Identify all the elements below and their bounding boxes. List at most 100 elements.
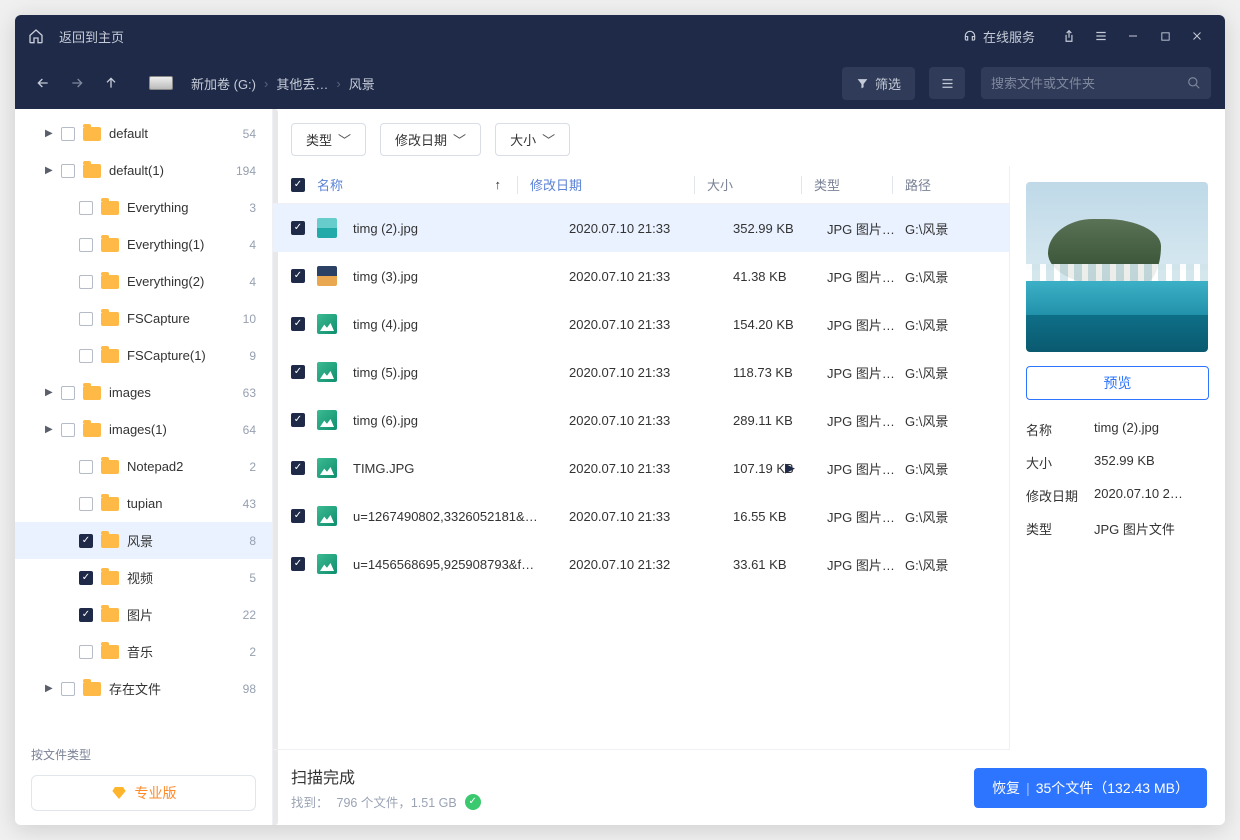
- checkbox[interactable]: [79, 571, 93, 585]
- row-checkbox[interactable]: [291, 317, 305, 331]
- sidebar-item[interactable]: ▶Everything(1)4: [15, 226, 272, 263]
- folder-icon: [101, 571, 119, 585]
- recover-button[interactable]: 恢复|35个文件（132.43 MB）: [974, 768, 1207, 808]
- sidebar-item[interactable]: ▶images(1)64: [15, 411, 272, 448]
- chip-size[interactable]: 大小﹀: [495, 123, 570, 156]
- table-row[interactable]: timg (4).jpg2020.07.10 21:33154.20 KBJPG…: [273, 300, 1009, 348]
- header-path[interactable]: 路径: [905, 175, 991, 194]
- online-service-link[interactable]: 在线服务: [963, 27, 1035, 46]
- folder-icon: [101, 534, 119, 548]
- preview-button[interactable]: 预览: [1026, 366, 1209, 400]
- row-checkbox[interactable]: [291, 269, 305, 283]
- close-button[interactable]: [1181, 20, 1213, 52]
- sidebar-item[interactable]: ▶风景8: [15, 522, 272, 559]
- search-input[interactable]: [991, 76, 1187, 91]
- sidebar-item-label: Everything(1): [127, 237, 232, 252]
- minimize-button[interactable]: [1117, 20, 1149, 52]
- checkbox[interactable]: [61, 386, 75, 400]
- back-to-home-link[interactable]: 返回到主页: [59, 27, 124, 46]
- checkbox[interactable]: [79, 534, 93, 548]
- sidebar-item[interactable]: ▶视频5: [15, 559, 272, 596]
- meta-size-value: 352.99 KB: [1094, 453, 1209, 472]
- checkbox[interactable]: [61, 423, 75, 437]
- row-checkbox[interactable]: [291, 221, 305, 235]
- sidebar-item[interactable]: ▶图片22: [15, 596, 272, 633]
- sidebar-item[interactable]: ▶Notepad22: [15, 448, 272, 485]
- maximize-button[interactable]: [1149, 20, 1181, 52]
- file-size: 107.19 KB: [733, 461, 827, 476]
- table-row[interactable]: u=1267490802,3326052181&…2020.07.10 21:3…: [273, 492, 1009, 540]
- chevron-down-icon: ﹀: [453, 130, 466, 149]
- checkbox[interactable]: [79, 608, 93, 622]
- sidebar-item-count: 43: [232, 497, 256, 511]
- row-checkbox[interactable]: [291, 413, 305, 427]
- search-icon[interactable]: [1187, 76, 1201, 90]
- nav-forward-button[interactable]: [63, 69, 91, 97]
- file-thumbnail-icon: [317, 266, 337, 286]
- checkbox[interactable]: [79, 497, 93, 511]
- checkbox[interactable]: [61, 127, 75, 141]
- search-box[interactable]: [981, 67, 1211, 99]
- header-checkbox[interactable]: [291, 178, 305, 192]
- row-checkbox[interactable]: [291, 461, 305, 475]
- checkbox[interactable]: [79, 349, 93, 363]
- breadcrumb-folder1[interactable]: 其他丢…: [272, 72, 332, 95]
- file-name: timg (3).jpg: [353, 269, 569, 284]
- sidebar-item[interactable]: ▶FSCapture10: [15, 300, 272, 337]
- sidebar-item[interactable]: ▶Everything3: [15, 189, 272, 226]
- nav-up-button[interactable]: [97, 69, 125, 97]
- sidebar-item[interactable]: ▶FSCapture(1)9: [15, 337, 272, 374]
- checkbox[interactable]: [79, 645, 93, 659]
- home-icon[interactable]: [27, 27, 45, 45]
- pro-button[interactable]: 专业版: [31, 775, 256, 811]
- expand-arrow-icon[interactable]: ▶: [45, 424, 61, 435]
- table-row[interactable]: TIMG.JPG2020.07.10 21:33107.19 KBJPG 图片……: [273, 444, 1009, 492]
- checkbox[interactable]: [79, 201, 93, 215]
- sidebar-item[interactable]: ▶tupian43: [15, 485, 272, 522]
- table-row[interactable]: timg (5).jpg2020.07.10 21:33118.73 KBJPG…: [273, 348, 1009, 396]
- table-row[interactable]: u=1456568695,925908793&f…2020.07.10 21:3…: [273, 540, 1009, 588]
- by-file-type-link[interactable]: 按文件类型: [31, 746, 256, 763]
- share-icon[interactable]: [1053, 20, 1085, 52]
- header-name[interactable]: 名称↑: [317, 175, 517, 194]
- app-window: 返回到主页 在线服务: [15, 15, 1225, 825]
- nav-back-button[interactable]: [29, 69, 57, 97]
- chip-date[interactable]: 修改日期﹀: [380, 123, 481, 156]
- filter-button[interactable]: 筛选: [842, 67, 915, 100]
- checkbox[interactable]: [61, 682, 75, 696]
- filter-label: 筛选: [875, 74, 901, 93]
- checkbox[interactable]: [79, 275, 93, 289]
- status-subtitle: 找到：796 个文件，1.51 GB ✓: [291, 792, 960, 811]
- sidebar-item[interactable]: ▶images63: [15, 374, 272, 411]
- row-checkbox[interactable]: [291, 509, 305, 523]
- breadcrumb-drive[interactable]: 新加卷 (G:): [187, 72, 260, 95]
- checkbox[interactable]: [79, 460, 93, 474]
- table-row[interactable]: timg (3).jpg2020.07.10 21:3341.38 KBJPG …: [273, 252, 1009, 300]
- breadcrumb-folder2[interactable]: 风景: [345, 72, 379, 95]
- sidebar-item[interactable]: ▶音乐2: [15, 633, 272, 670]
- folder-tree[interactable]: ▶default54▶default(1)194▶Everything3▶Eve…: [15, 109, 272, 734]
- checkbox[interactable]: [79, 312, 93, 326]
- row-checkbox[interactable]: [291, 365, 305, 379]
- row-checkbox[interactable]: [291, 557, 305, 571]
- sidebar-item[interactable]: ▶Everything(2)4: [15, 263, 272, 300]
- chip-type[interactable]: 类型﹀: [291, 123, 366, 156]
- sidebar-item[interactable]: ▶default54: [15, 115, 272, 152]
- expand-arrow-icon[interactable]: ▶: [45, 387, 61, 398]
- titlebar: 返回到主页 在线服务: [15, 15, 1225, 57]
- expand-arrow-icon[interactable]: ▶: [45, 128, 61, 139]
- header-type[interactable]: 类型: [814, 175, 892, 194]
- checkbox[interactable]: [79, 238, 93, 252]
- folder-icon: [101, 201, 119, 215]
- header-size[interactable]: 大小: [707, 175, 801, 194]
- table-row[interactable]: timg (2).jpg2020.07.10 21:33352.99 KBJPG…: [273, 204, 1009, 252]
- expand-arrow-icon[interactable]: ▶: [45, 165, 61, 176]
- sidebar-item[interactable]: ▶default(1)194: [15, 152, 272, 189]
- table-row[interactable]: timg (6).jpg2020.07.10 21:33289.11 KBJPG…: [273, 396, 1009, 444]
- header-date[interactable]: 修改日期: [530, 175, 694, 194]
- checkbox[interactable]: [61, 164, 75, 178]
- view-toggle-button[interactable]: [929, 67, 965, 99]
- sidebar-item[interactable]: ▶存在文件98: [15, 670, 272, 707]
- expand-arrow-icon[interactable]: ▶: [45, 683, 61, 694]
- menu-icon[interactable]: [1085, 20, 1117, 52]
